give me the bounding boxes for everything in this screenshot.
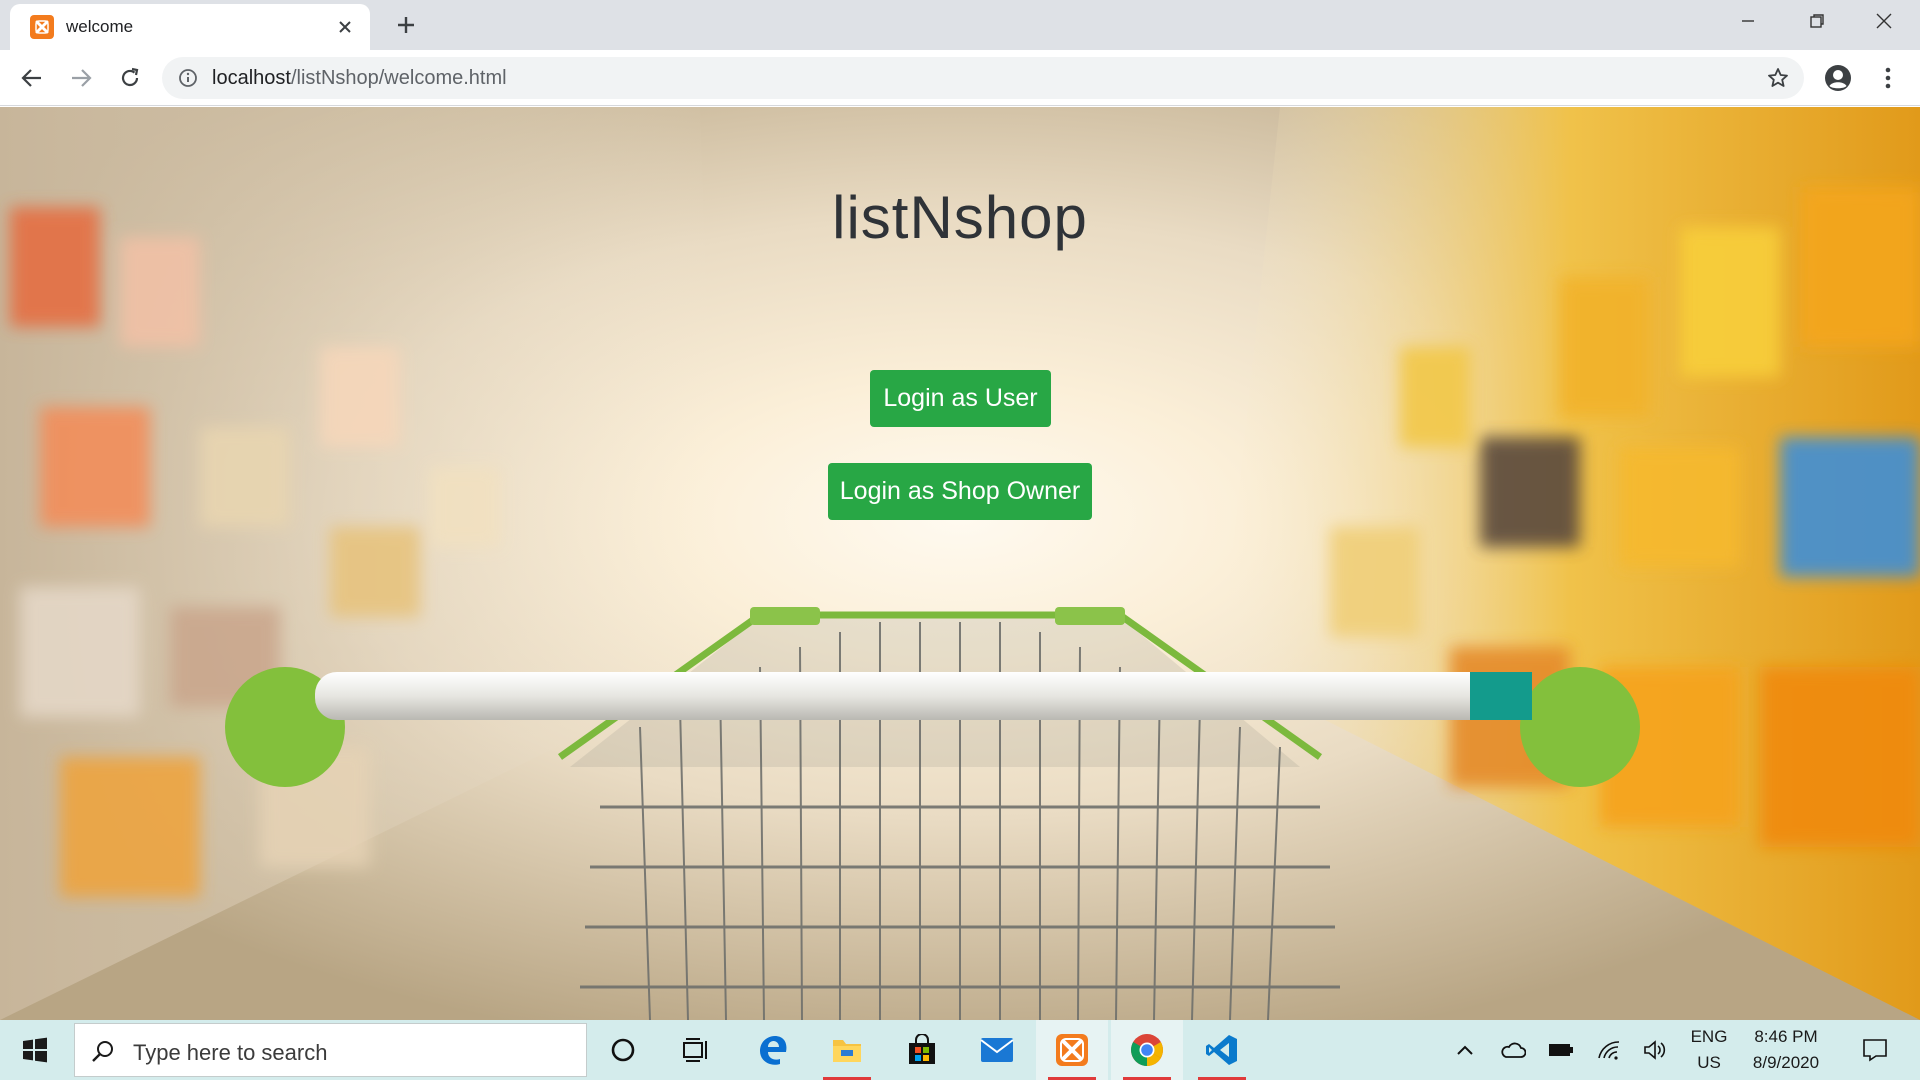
taskbar-search-box[interactable]: Type here to search [74,1023,587,1077]
wifi-icon[interactable] [1592,1020,1626,1080]
site-info-icon[interactable] [178,68,198,88]
clock[interactable]: 8:46 PM 8/9/2020 [1742,1020,1830,1080]
page-viewport: listNshop Login as User Login as Shop Ow… [0,107,1920,1020]
browser-menu-icon[interactable] [1872,62,1904,94]
tab-close-icon[interactable] [334,16,356,38]
site-title: listNshop [832,184,1088,251]
clock-time: 8:46 PM [1754,1027,1818,1046]
store-icon[interactable] [886,1020,958,1080]
browser-tab-strip: welcome [0,0,1920,50]
windows-taskbar: Type here to search ENG US 8:46 PM 8/9/2… [0,1020,1920,1080]
forward-arrow-icon[interactable] [65,62,97,94]
browser-tab[interactable]: welcome [10,4,370,50]
chrome-icon[interactable] [1111,1020,1183,1080]
language-code: ENG [1690,1027,1728,1046]
windows-start-icon[interactable] [0,1020,70,1080]
minimize-window-icon[interactable] [1728,6,1768,36]
profile-avatar-icon[interactable] [1822,62,1854,94]
cortana-icon[interactable] [587,1020,659,1080]
new-tab-button[interactable] [392,11,420,39]
login-as-user-button[interactable]: Login as User [870,370,1051,427]
url-path: /listNshop/welcome.html [290,67,507,89]
reload-icon[interactable] [114,62,146,94]
login-as-shop-owner-button[interactable]: Login as Shop Owner [828,463,1092,520]
vscode-icon[interactable] [1186,1020,1258,1080]
show-hidden-icons-chevron-icon[interactable] [1450,1020,1480,1080]
input-language-indicator[interactable]: ENG US [1684,1020,1734,1080]
close-window-icon[interactable] [1864,6,1904,36]
address-bar[interactable]: localhost/listNshop/welcome.html [162,57,1804,99]
mail-icon[interactable] [961,1020,1033,1080]
bookmark-star-icon[interactable] [1766,66,1790,90]
edge-icon[interactable] [738,1020,810,1080]
back-arrow-icon[interactable] [16,62,48,94]
search-placeholder: Type here to search [133,1040,328,1065]
region-code: US [1697,1053,1721,1072]
task-view-icon[interactable] [660,1020,732,1080]
file-explorer-icon[interactable] [811,1020,883,1080]
volume-icon[interactable] [1638,1020,1672,1080]
notification-center-icon[interactable] [1850,1020,1900,1080]
tab-title: welcome [66,17,134,36]
url-host: localhost [212,67,291,89]
clock-date: 8/9/2020 [1752,1053,1820,1072]
xampp-favicon-icon [30,15,54,39]
browser-toolbar: localhost/listNshop/welcome.html [0,50,1920,106]
onedrive-cloud-icon[interactable] [1496,1020,1530,1080]
battery-icon[interactable] [1544,1020,1578,1080]
search-icon [91,1039,115,1063]
restore-window-icon[interactable] [1797,6,1837,36]
xampp-icon[interactable] [1036,1020,1108,1080]
url-text: localhost/listNshop/welcome.html [212,67,507,90]
